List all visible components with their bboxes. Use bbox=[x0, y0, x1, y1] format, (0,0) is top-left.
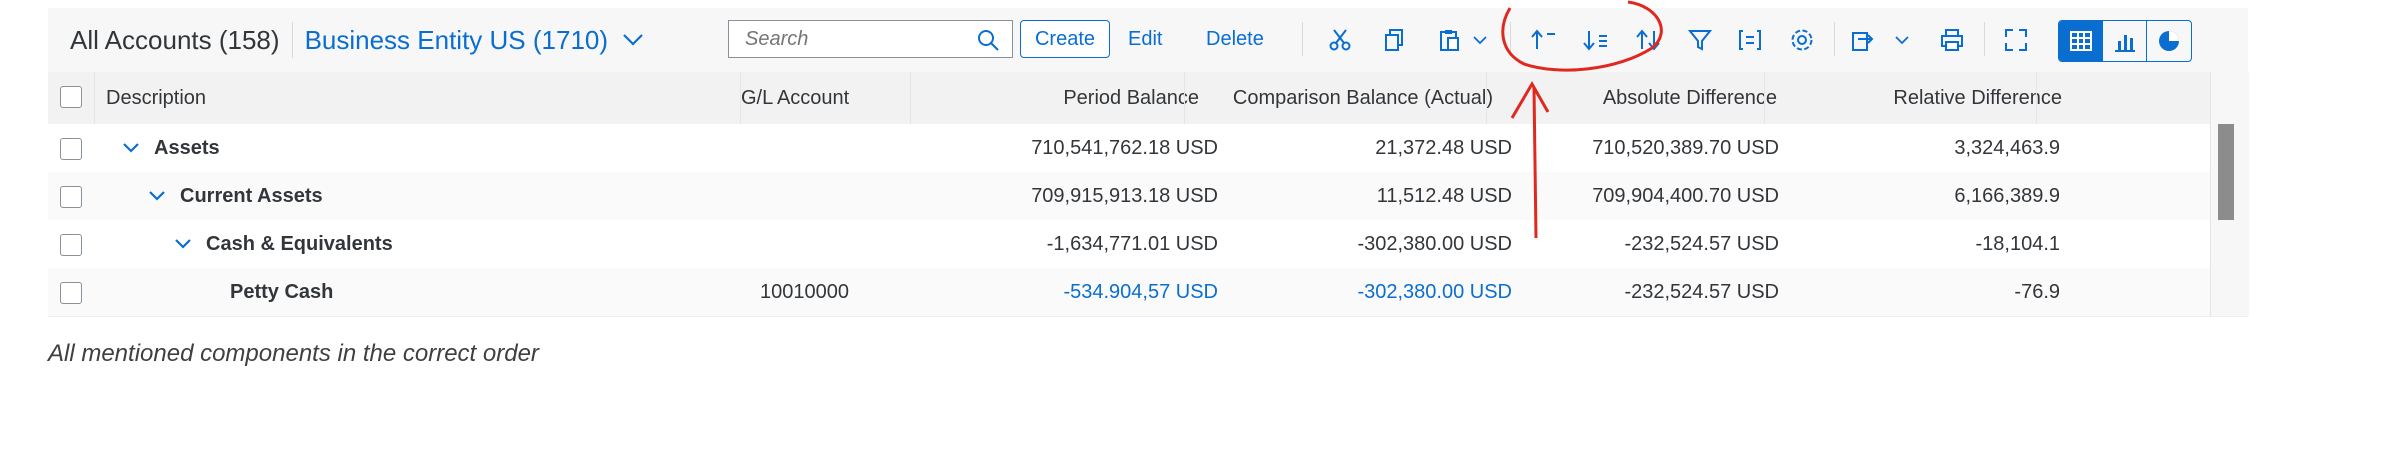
copy-icon[interactable] bbox=[1378, 24, 1410, 56]
row-description-label: Current Assets bbox=[180, 184, 323, 207]
sort-ascending-icon[interactable] bbox=[1528, 24, 1560, 56]
search-input[interactable] bbox=[743, 26, 967, 52]
toolbar-separator bbox=[1984, 22, 1985, 56]
column-header-comparison-balance[interactable]: Comparison Balance (Actual) bbox=[1165, 72, 1505, 124]
filter-icon[interactable] bbox=[1684, 24, 1716, 56]
fullscreen-icon[interactable] bbox=[2000, 24, 2032, 56]
toolbar-separator bbox=[1302, 22, 1303, 56]
create-button[interactable]: Create bbox=[1020, 20, 1110, 58]
row-relative-difference: 3,324,463.9 bbox=[1954, 136, 2060, 159]
row-period-balance-link[interactable]: -534.904,57 USD bbox=[910, 268, 1230, 316]
row-description-label: Assets bbox=[154, 136, 220, 159]
row-period-balance: 709,915,913.18 USD bbox=[1031, 184, 1218, 207]
title-separator bbox=[291, 22, 293, 58]
paste-icon[interactable] bbox=[1434, 24, 1466, 56]
table-row[interactable]: Petty Cash 10010000 -534.904,57 USD -302… bbox=[48, 268, 2248, 317]
entity-label: Business Entity US (1710) bbox=[304, 24, 609, 55]
row-relative-difference: -76.9 bbox=[2014, 280, 2060, 303]
column-header-period-balance[interactable]: Period Balance bbox=[891, 72, 1211, 124]
row-gl-account: 10010000 bbox=[760, 280, 849, 303]
cut-icon[interactable] bbox=[1324, 24, 1356, 56]
column-header-description[interactable]: Description bbox=[106, 72, 726, 124]
search-field[interactable] bbox=[728, 20, 1013, 58]
group-icon[interactable] bbox=[1734, 24, 1766, 56]
select-all-checkbox[interactable] bbox=[60, 86, 82, 108]
chevron-down-icon[interactable] bbox=[122, 142, 140, 154]
row-comparison-balance: 11,512.48 USD bbox=[1376, 184, 1512, 207]
row-checkbox[interactable] bbox=[60, 282, 82, 304]
export-icon[interactable] bbox=[1848, 24, 1880, 56]
row-period-balance: 710,541,762.18 USD bbox=[1031, 136, 1218, 159]
row-description: Cash & Equivalents bbox=[174, 220, 393, 268]
table-row[interactable]: Current Assets 709,915,913.18 USD 11,512… bbox=[48, 172, 2248, 221]
view-switch bbox=[2058, 20, 2192, 62]
column-header-relative-difference[interactable]: Relative Difference bbox=[1766, 72, 2074, 124]
export-menu-chevron-icon[interactable] bbox=[1886, 24, 1918, 56]
row-description: Petty Cash bbox=[230, 280, 334, 303]
vertical-scrollbar-thumb[interactable] bbox=[2218, 124, 2234, 220]
paste-menu-chevron-icon[interactable] bbox=[1464, 24, 1496, 56]
row-comparison-balance: -302,380.00 USD bbox=[1357, 232, 1512, 255]
sort-descending-icon[interactable] bbox=[1580, 24, 1612, 56]
row-comparison-balance: 21,372.48 USD bbox=[1375, 136, 1512, 159]
settings-icon[interactable] bbox=[1786, 24, 1818, 56]
row-checkbox[interactable] bbox=[60, 186, 82, 208]
table-row[interactable]: Assets 710,541,762.18 USD 21,372.48 USD … bbox=[48, 124, 2248, 173]
row-relative-difference: 6,166,389.9 bbox=[1954, 184, 2060, 207]
table-toolbar: All Accounts (158) Business Entity US (1… bbox=[48, 8, 2248, 73]
table-row[interactable]: Cash & Equivalents -1,634,771.01 USD -30… bbox=[48, 220, 2248, 269]
accounts-title: All Accounts (158) bbox=[70, 24, 280, 55]
table-view-icon[interactable] bbox=[2059, 21, 2103, 61]
row-period-balance: -1,634,771.01 USD bbox=[1046, 232, 1218, 255]
pie-chart-view-icon[interactable] bbox=[2147, 21, 2191, 61]
chevron-down-icon[interactable] bbox=[174, 238, 192, 250]
row-checkbox[interactable] bbox=[60, 234, 82, 256]
delete-button[interactable]: Delete bbox=[1198, 20, 1272, 58]
row-checkbox[interactable] bbox=[60, 138, 82, 160]
row-description: Assets bbox=[122, 124, 220, 172]
entity-selector[interactable]: Business Entity US (1710) bbox=[305, 25, 644, 56]
table-header: Description G/L Account Period Balance C… bbox=[48, 72, 2248, 125]
print-icon[interactable] bbox=[1936, 24, 1968, 56]
row-description: Current Assets bbox=[148, 172, 323, 220]
bar-chart-view-icon[interactable] bbox=[2103, 21, 2147, 61]
toolbar-separator bbox=[1510, 22, 1511, 56]
toolbar-separator bbox=[1834, 22, 1835, 56]
row-relative-difference: -18,104.1 bbox=[1975, 232, 2060, 255]
sort-icon[interactable] bbox=[1632, 24, 1664, 56]
row-absolute-difference: 710,520,389.70 USD bbox=[1592, 136, 1779, 159]
row-absolute-difference: -232,524.57 USD bbox=[1624, 280, 1779, 303]
column-header-absolute-difference[interactable]: Absolute Difference bbox=[1484, 72, 1789, 124]
caption-text: All mentioned components in the correct … bbox=[48, 340, 539, 367]
row-description-label: Cash & Equivalents bbox=[206, 232, 393, 255]
row-absolute-difference: -232,524.57 USD bbox=[1624, 232, 1779, 255]
edit-button[interactable]: Edit bbox=[1120, 20, 1170, 58]
row-absolute-difference: 709,904,400.70 USD bbox=[1592, 184, 1779, 207]
chevron-down-icon bbox=[623, 34, 643, 46]
search-icon[interactable] bbox=[976, 28, 1000, 57]
row-comparison-balance-link[interactable]: -302,380.00 USD bbox=[1184, 268, 1524, 316]
chevron-down-icon[interactable] bbox=[148, 190, 166, 202]
column-header-gl-account[interactable]: G/L Account bbox=[741, 72, 901, 124]
accounts-panel: All Accounts (158) Business Entity US (1… bbox=[48, 8, 2249, 317]
